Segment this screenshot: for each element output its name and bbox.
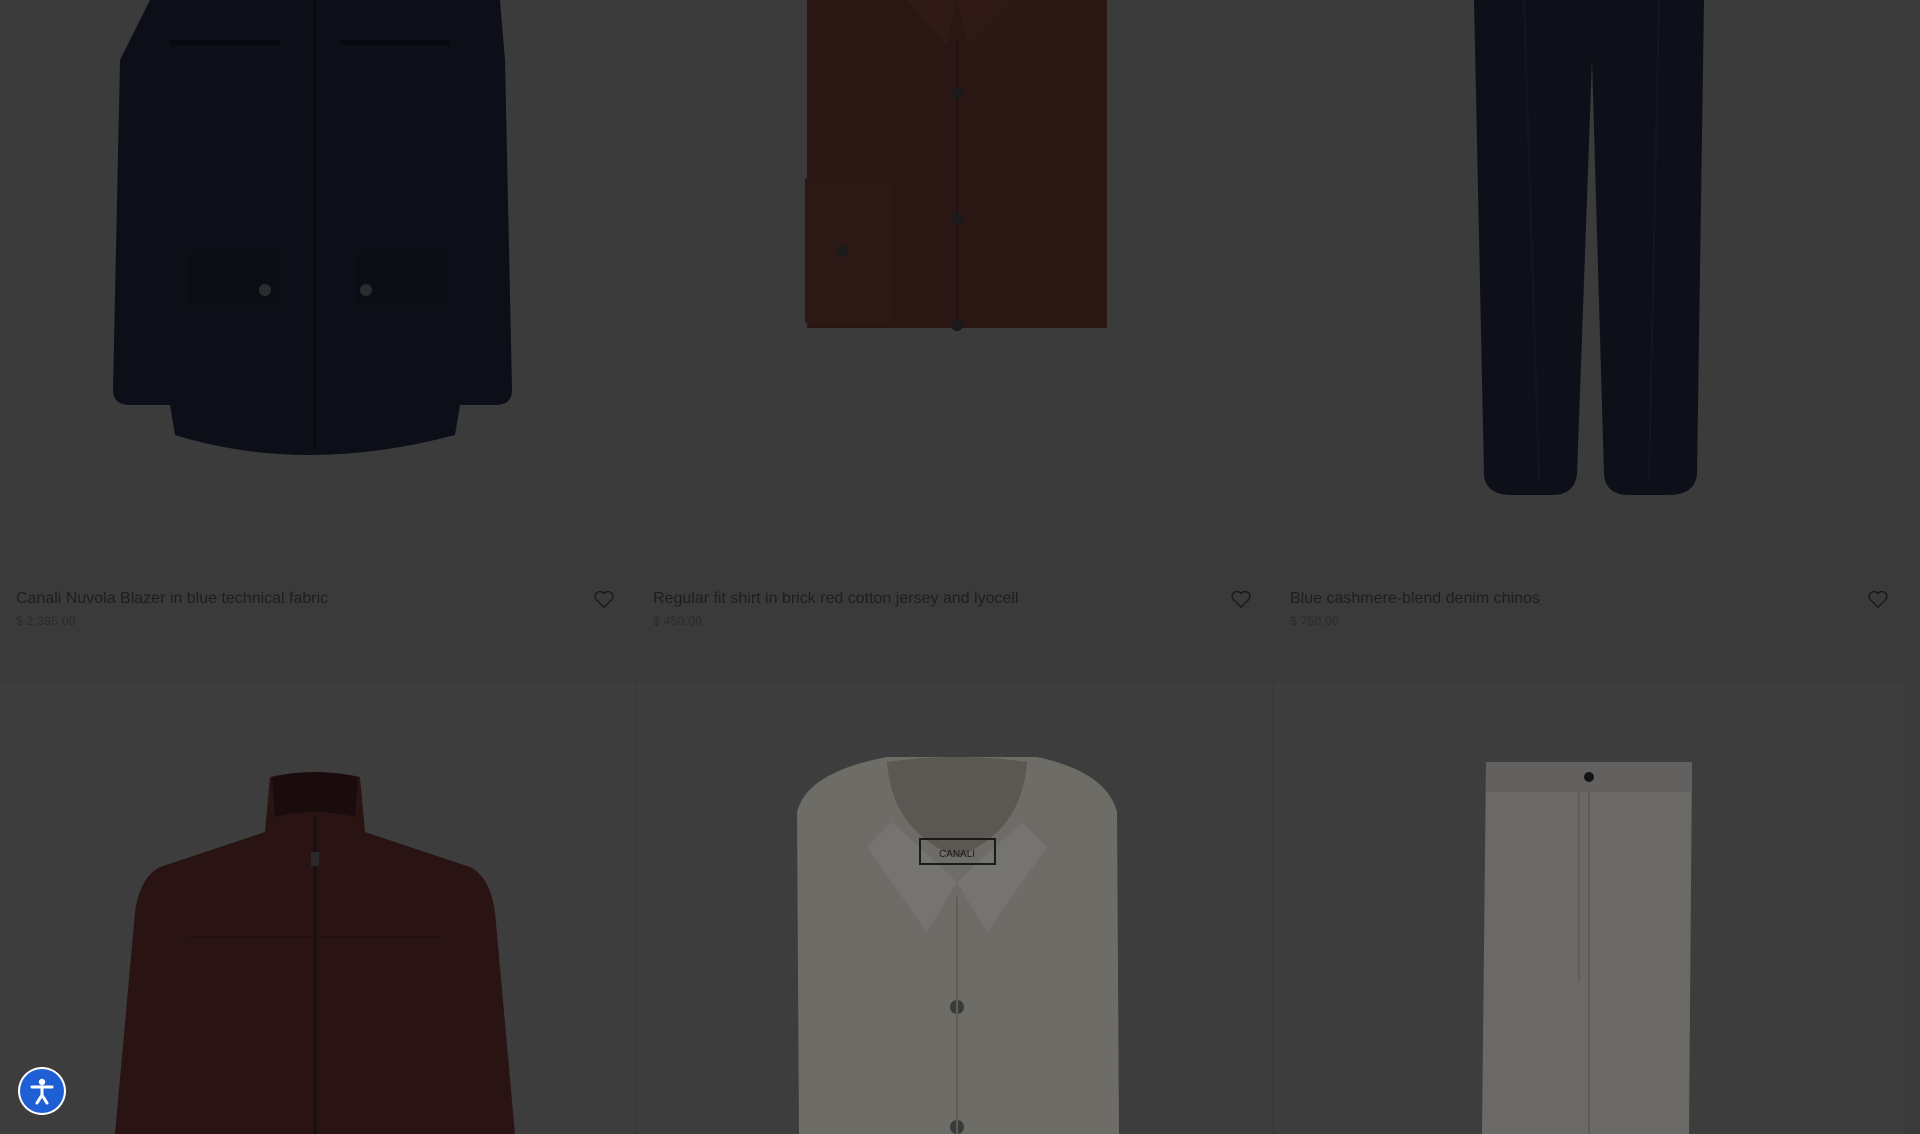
heart-icon[interactable]	[1230, 588, 1252, 610]
shirt-brand-label: CANALI	[939, 849, 975, 860]
accessibility-person-icon	[30, 1078, 54, 1105]
white-trousers-image	[1482, 762, 1692, 1134]
bomber-jacket-image	[115, 772, 515, 1134]
product-image-brick-red-shirt[interactable]	[637, 0, 1272, 568]
product-image-white-trousers[interactable]	[1274, 682, 1909, 1134]
product-image-blue-blazer[interactable]	[0, 0, 635, 568]
product-name[interactable]: Canali Nuvola Blazer in blue technical f…	[16, 588, 619, 610]
heart-icon[interactable]	[593, 588, 615, 610]
product-name[interactable]: Blue cashmere-blend denim chinos	[1290, 588, 1893, 610]
heart-icon[interactable]	[1867, 588, 1889, 610]
accessibility-button[interactable]	[20, 1069, 64, 1113]
product-price: $ 750.00	[1290, 614, 1340, 628]
chinos-image	[1474, 0, 1704, 495]
product-price: $ 450.00	[653, 614, 703, 628]
product-grid: Canali Nuvola Blazer in blue technical f…	[0, 0, 1909, 1134]
shirt-image	[805, 0, 1107, 331]
blazer-image	[113, 0, 512, 455]
product-image-burgundy-bomber-jacket[interactable]	[0, 682, 635, 1134]
product-image-white-shirt[interactable]: CANALI	[637, 682, 1272, 1134]
product-card-info[interactable]: Regular fit shirt in brick red cotton je…	[637, 568, 1272, 682]
product-price: $ 2,395.00	[16, 614, 76, 628]
page-scrollbar-area	[1905, 0, 1920, 1134]
product-name[interactable]: Regular fit shirt in brick red cotton je…	[653, 588, 1256, 610]
product-card-info[interactable]: Blue cashmere-blend denim chinos $ 750.0…	[1274, 568, 1909, 682]
white-shirt-image: CANALI	[797, 757, 1119, 1134]
product-image-blue-chinos[interactable]	[1274, 0, 1909, 568]
product-card-info[interactable]: Canali Nuvola Blazer in blue technical f…	[0, 568, 635, 682]
